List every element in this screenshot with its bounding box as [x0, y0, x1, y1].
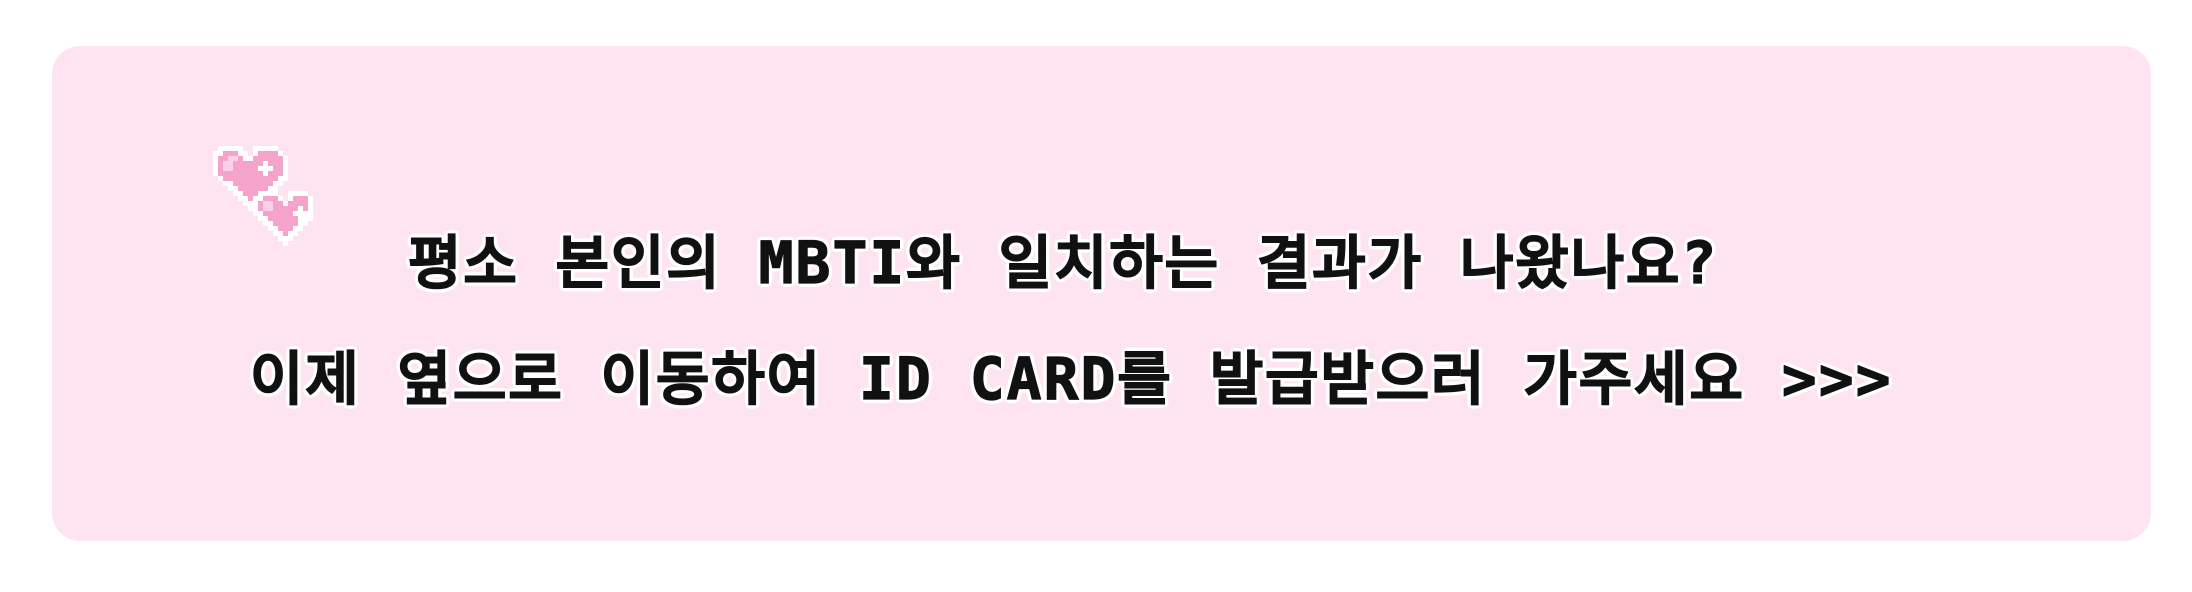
notice-line-instruction: 이제 옆으로 이동하여 ID CARD를 발급받으러 가주세요 >>>	[249, 344, 1893, 413]
notice-line-question: 평소 본인의 MBTI와 일치하는 결과가 나왔나요?	[407, 228, 1719, 297]
pixel-hearts-icon	[208, 136, 358, 286]
